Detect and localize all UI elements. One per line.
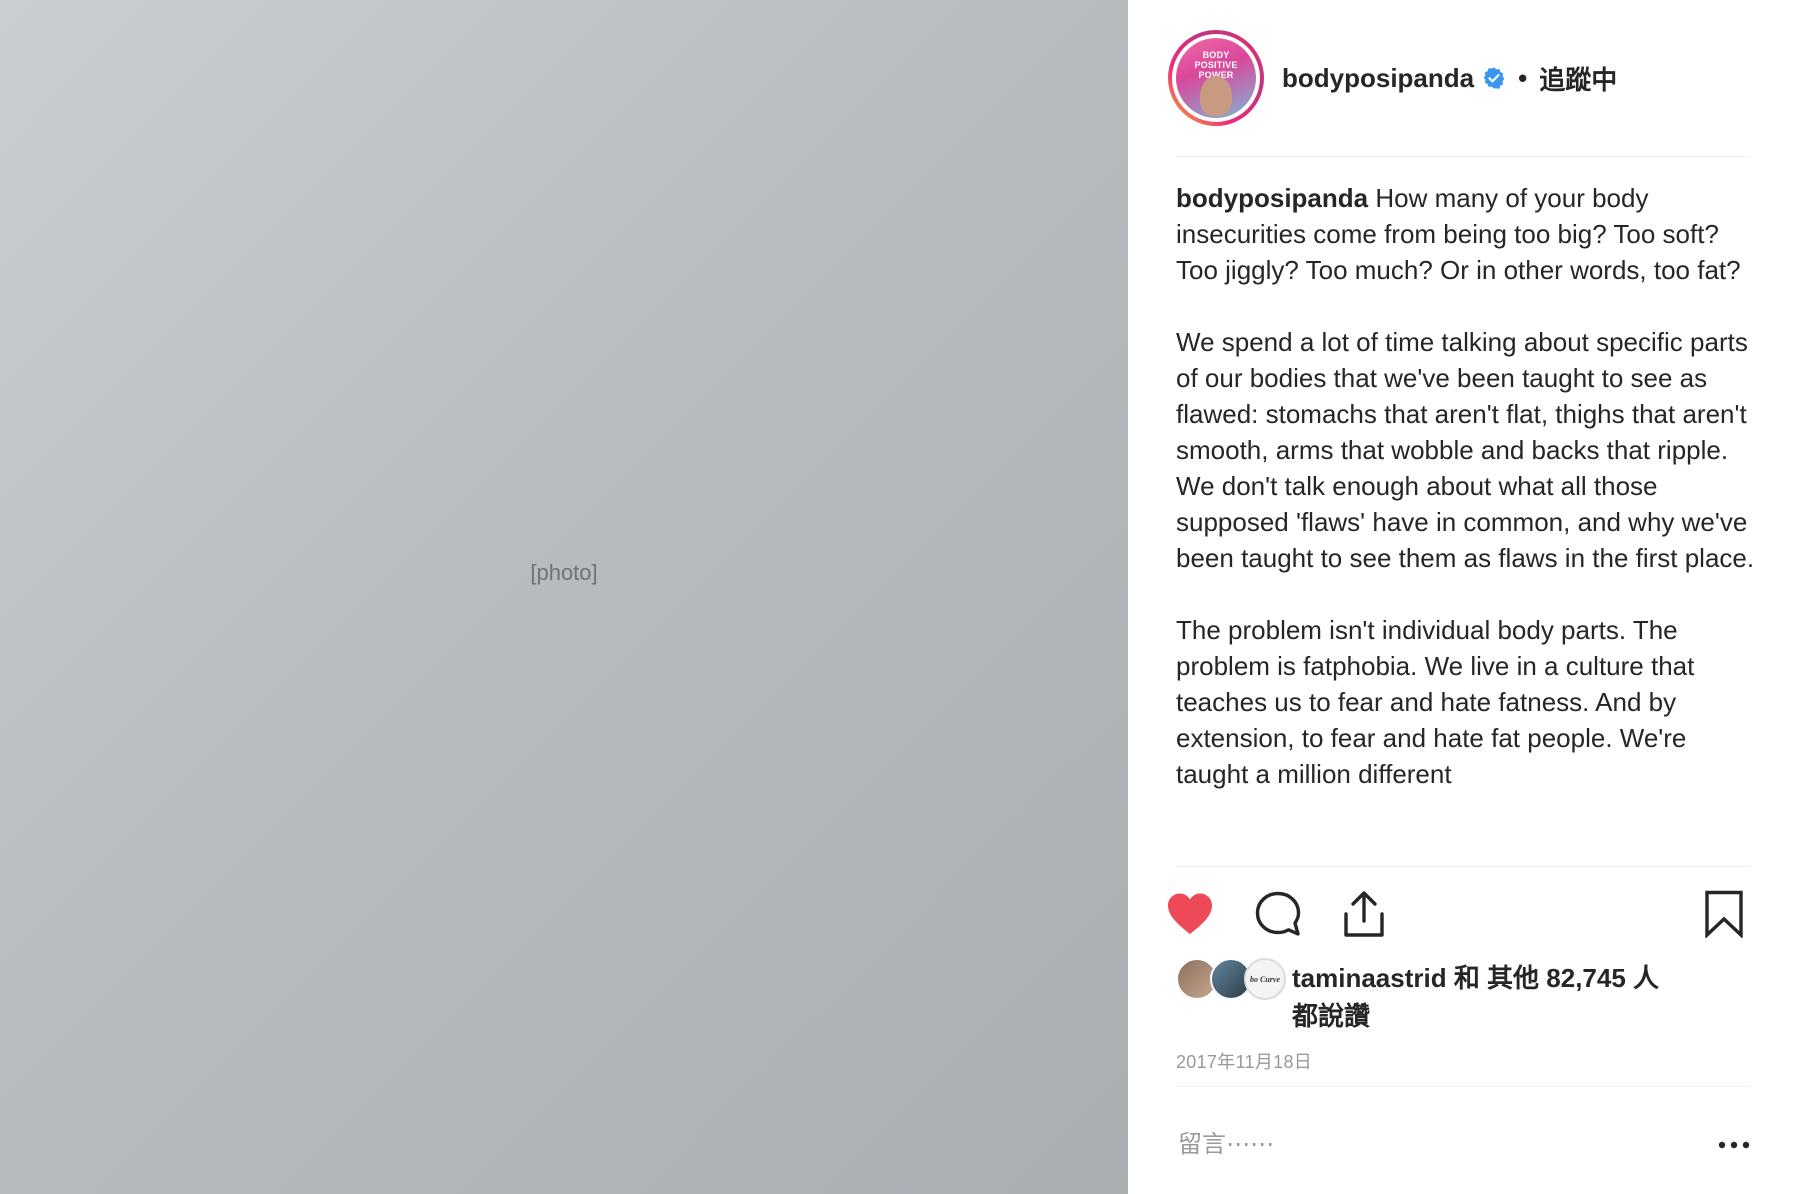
post-caption: bodyposipanda How many of your body inse… [1176,180,1762,862]
share-icon [1344,891,1384,937]
more-options-icon [1718,1141,1750,1149]
comment-icon [1255,891,1301,936]
following-button[interactable]: 追蹤中 [1539,60,1617,97]
post-sidebar: BODY POSITIVE POWER bodyposipanda • 追蹤中 bo… [1128,0,1796,1194]
photo-placeholder-label: [photo] [530,560,598,585]
instagram-post: [photo] BODY POSITIVE POWER bodyposipanda … [0,0,1796,1194]
bookmark-icon [1705,890,1743,938]
like-button[interactable] [1162,886,1218,942]
comment-input[interactable] [1176,1130,1620,1160]
photo-placeholder [0,0,1128,1194]
header-separator: • [1518,62,1528,93]
heart-icon [1168,893,1212,934]
post-actions [1162,886,1762,946]
profile-avatar-ring[interactable]: BODY POSITIVE POWER [1168,30,1264,126]
post-header: BODY POSITIVE POWER bodyposipanda • 追蹤中 [1168,30,1758,126]
post-date[interactable]: 2017年11月18日 [1176,1048,1312,1074]
caption-paragraph: The problem isn't individual body parts.… [1176,615,1695,789]
caption-username[interactable]: bodyposipanda [1176,183,1368,213]
profile-avatar: BODY POSITIVE POWER [1176,38,1256,118]
comment-box [1176,1120,1750,1170]
caption-paragraph: bodyposipanda How many of your body inse… [1176,180,1762,288]
svg-text:bo Curve: bo Curve [1250,975,1280,984]
post-photo[interactable]: [photo] [0,0,1128,1194]
verified-badge-icon [1482,66,1506,90]
comment-button[interactable] [1250,886,1306,942]
liker-avatar-logo: bo Curve [1250,975,1280,984]
caption-divider [1176,866,1750,867]
liker-avatar: bo Curve [1244,958,1286,1000]
caption-paragraph: We spend a lot of time talking about spe… [1176,327,1755,573]
likes-text[interactable]: taminaastrid 和 其他 82,745 人 [1292,960,1659,996]
save-button[interactable] [1696,886,1752,942]
liker-avatars[interactable]: bo Curve [1176,958,1286,1000]
comment-divider [1176,1086,1750,1087]
likes-summary: bo Curve taminaastrid 和 其他 82,745 人 都說讚 [1176,958,1766,1034]
header-divider [1176,156,1750,157]
likes-text-continued: 都說讚 [1292,1001,1371,1031]
avatar-face [1200,76,1232,116]
more-options-button[interactable] [1710,1135,1750,1155]
share-button[interactable] [1336,886,1392,942]
header-username[interactable]: bodyposipanda [1282,63,1474,94]
